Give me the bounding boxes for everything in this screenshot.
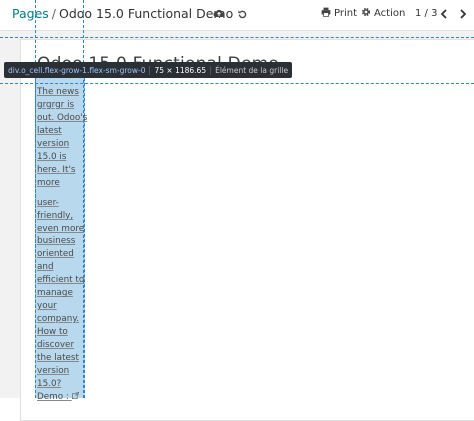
inspector-selector: div.o_cell.flex-grow-1.flex-sm-grow-0 bbox=[8, 65, 146, 75]
print-icon bbox=[321, 7, 331, 20]
chevron-left-icon[interactable] bbox=[437, 6, 451, 22]
text-line: manage bbox=[37, 288, 73, 299]
text-line: the latest bbox=[37, 353, 79, 364]
guide-line-right bbox=[83, 0, 84, 398]
text-line: How to bbox=[37, 327, 68, 338]
print-label: Print bbox=[334, 8, 358, 19]
text-line: more bbox=[37, 177, 60, 188]
external-link-icon bbox=[71, 391, 80, 402]
text-line: business bbox=[37, 236, 76, 247]
text-line: out. Odoo's bbox=[37, 112, 88, 123]
guide-line-left bbox=[35, 0, 36, 398]
control-panel: Pages / Odoo 15.0 Functional Demo Print Ac… bbox=[0, 0, 474, 31]
text-line: latest bbox=[37, 125, 62, 136]
text-line: here. It's bbox=[37, 164, 76, 175]
text-line: 15.0 is bbox=[37, 151, 67, 162]
demo-label: Demo : bbox=[37, 391, 69, 402]
inspector-role: Élément de la grille bbox=[215, 65, 289, 75]
text-line: grgrgr is bbox=[37, 99, 75, 110]
text-line: user- bbox=[37, 197, 59, 208]
print-button[interactable]: Print bbox=[321, 7, 357, 20]
breadcrumb: Pages / Odoo 15.0 Functional Demo bbox=[12, 6, 233, 21]
text-line: your bbox=[37, 301, 57, 312]
text-line: company. bbox=[37, 314, 80, 325]
text-line: version bbox=[37, 138, 70, 149]
text-line: oriented bbox=[37, 249, 74, 260]
element-inspector-tooltip: div.o_cell.flex-grow-1.flex-sm-grow-0 75… bbox=[4, 62, 293, 78]
news-paragraph: The news grgrgr is out. Odoo's latest ve… bbox=[37, 86, 88, 404]
text-line: even more bbox=[37, 223, 85, 234]
breadcrumb-parent-link[interactable]: Pages bbox=[12, 6, 49, 21]
guide-line-middle bbox=[0, 83, 474, 84]
action-button[interactable]: Action bbox=[361, 7, 405, 20]
action-label: Action bbox=[374, 8, 406, 19]
undo-icon[interactable] bbox=[235, 7, 249, 21]
pager-value[interactable]: 1 / 3 bbox=[415, 8, 437, 19]
text-line: and bbox=[37, 262, 54, 273]
text-line: friendly, bbox=[37, 210, 74, 221]
demo-link-line[interactable]: Demo : bbox=[37, 391, 83, 404]
text-line: efficient to bbox=[37, 275, 85, 286]
text-line: version bbox=[37, 366, 70, 377]
page-sheet bbox=[20, 39, 474, 421]
breadcrumb-current: Odoo 15.0 Functional Demo bbox=[59, 6, 234, 21]
chevron-right-icon[interactable] bbox=[456, 6, 470, 22]
text-line: discover bbox=[37, 340, 75, 351]
breadcrumb-separator: / bbox=[51, 6, 56, 21]
text-line: The news bbox=[37, 87, 79, 97]
text-line: 15.0? bbox=[37, 378, 62, 389]
gear-icon bbox=[361, 7, 371, 20]
guide-line-top bbox=[0, 37, 474, 38]
cloud-upload-icon[interactable] bbox=[212, 7, 226, 21]
inspector-dimensions: 75 × 1186.65 bbox=[149, 65, 212, 75]
